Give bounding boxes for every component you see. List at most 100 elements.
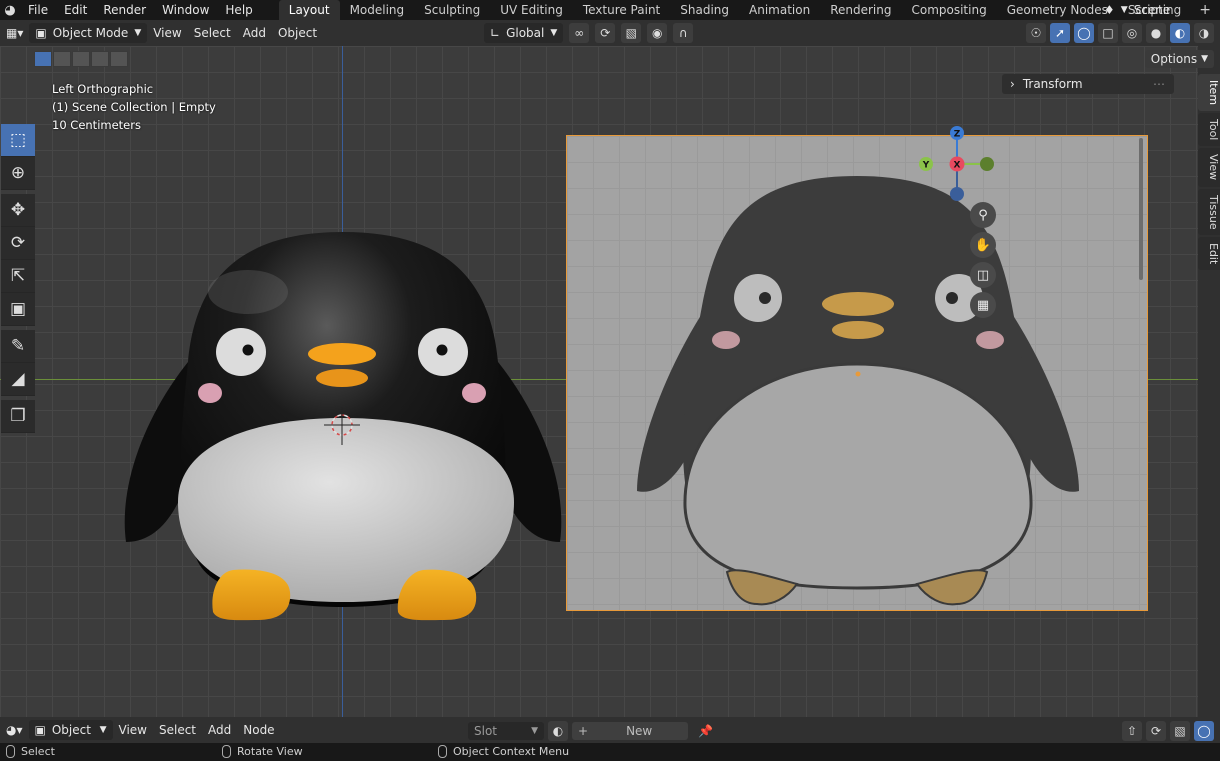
- shading-solid-icon[interactable]: ●: [1146, 23, 1166, 43]
- tab-rendering[interactable]: Rendering: [820, 0, 901, 20]
- parent-node-icon[interactable]: ⇧: [1122, 721, 1142, 741]
- gizmo-neg-y[interactable]: [980, 157, 994, 171]
- select-subtract-icon[interactable]: [72, 51, 90, 67]
- shading-material-icon[interactable]: ◐: [1170, 23, 1190, 43]
- menu-select[interactable]: Select: [188, 23, 237, 43]
- zoom-icon[interactable]: ⚲: [970, 202, 996, 228]
- menu-select[interactable]: Select: [153, 720, 202, 740]
- sidebar-tab-tissue[interactable]: Tissue: [1198, 188, 1220, 236]
- falloff-icon[interactable]: ∩: [673, 23, 694, 43]
- sidebar-tab-view[interactable]: View: [1198, 148, 1220, 187]
- shading-wireframe-icon[interactable]: ◎: [1122, 23, 1142, 43]
- menu-add[interactable]: Add: [202, 720, 237, 740]
- top-menu-bar: ◕ File Edit Render Window Help Layout Mo…: [0, 0, 1220, 20]
- menu-add[interactable]: Add: [237, 23, 272, 43]
- editor-type-button[interactable]: ▦▾: [0, 23, 29, 43]
- tab-shading[interactable]: Shading: [670, 0, 739, 20]
- sidebar-tab-tool[interactable]: Tool: [1198, 113, 1220, 147]
- cursor-tool-icon[interactable]: ⊕: [1, 157, 35, 190]
- tab-sculpting[interactable]: Sculpting: [414, 0, 490, 20]
- status-select-label: Select: [21, 745, 55, 758]
- tab-layout[interactable]: Layout: [278, 0, 340, 20]
- mouse-middle-icon: [222, 745, 231, 758]
- status-rotate: Rotate View: [222, 745, 303, 758]
- material-browse-icon[interactable]: ◐: [548, 721, 568, 741]
- chevron-down-icon: ▼: [531, 726, 538, 736]
- menu-window[interactable]: Window: [154, 0, 217, 20]
- blender-logo-icon[interactable]: ◕: [0, 3, 20, 18]
- 3d-viewport[interactable]: Left Orthographic (1) Scene Collection |…: [0, 46, 1198, 717]
- tab-compositing[interactable]: Compositing: [901, 0, 996, 20]
- mode-dropdown[interactable]: ▣ Object Mode ▼: [29, 23, 148, 43]
- rotate-tool-icon[interactable]: ⟳: [1, 227, 35, 260]
- navigation-buttons: ⚲ ✋ ◫ ▦: [970, 202, 996, 318]
- gizmo-y-label: Y: [922, 161, 930, 171]
- gizmo-neg-z[interactable]: [950, 187, 964, 201]
- add-cube-tool-icon[interactable]: ❐: [1, 400, 35, 433]
- tab-uv-editing[interactable]: UV Editing: [490, 0, 573, 20]
- editor-type-button[interactable]: ◕▾: [0, 720, 29, 740]
- gizmo-z-label: Z: [954, 130, 961, 140]
- lower-beak: [316, 369, 368, 387]
- transform-panel-header[interactable]: › Transform ⋯: [1002, 74, 1174, 94]
- scene-selector[interactable]: ♦ ▼ Scene: [1096, 0, 1220, 20]
- navigation-gizmo[interactable]: Z Y X: [915, 124, 999, 204]
- penguin-3d-model[interactable]: [118, 182, 568, 622]
- viewport-info: Left Orthographic (1) Scene Collection |…: [52, 80, 216, 134]
- reference-scrollbar[interactable]: [1139, 138, 1143, 280]
- select-invert-icon[interactable]: [91, 51, 109, 67]
- pan-hand-icon[interactable]: ✋: [970, 232, 996, 258]
- left-eye: [216, 328, 266, 376]
- menu-file[interactable]: File: [20, 0, 56, 20]
- gizmo-toggle-icon[interactable]: ➚: [1050, 23, 1070, 43]
- drag-grip-icon[interactable]: ⋯: [1153, 77, 1166, 91]
- select-extend-icon[interactable]: [53, 51, 71, 67]
- select-new-icon[interactable]: [34, 51, 52, 67]
- ortho-grid-icon[interactable]: ▦: [970, 292, 996, 318]
- sidebar-tab-edit[interactable]: Edit: [1198, 237, 1220, 271]
- object-icon: ▣: [34, 723, 46, 737]
- shader-type-dropdown[interactable]: ▣ Object ▼: [28, 720, 113, 740]
- new-material-button[interactable]: + New: [572, 722, 688, 740]
- chevron-down-icon: ▼: [1120, 5, 1128, 15]
- camera-view-icon[interactable]: ◫: [970, 262, 996, 288]
- pin-icon[interactable]: 📌: [692, 721, 719, 741]
- overlay-toggle-icon[interactable]: ◯: [1074, 23, 1094, 43]
- slot-dropdown[interactable]: Slot ▼: [468, 722, 544, 740]
- plus-icon: +: [578, 724, 589, 738]
- snap-target-icon[interactable]: ▧: [1170, 721, 1190, 741]
- tab-animation[interactable]: Animation: [739, 0, 820, 20]
- overlay-toggle-icon[interactable]: ◯: [1194, 721, 1214, 741]
- menu-view[interactable]: View: [147, 23, 187, 43]
- xray-toggle-icon[interactable]: □: [1098, 23, 1118, 43]
- selection-mode-buttons: [34, 51, 128, 67]
- select-box-tool-icon[interactable]: ⬚: [1, 124, 35, 157]
- sidebar-tab-item[interactable]: Item: [1198, 74, 1220, 112]
- menu-edit[interactable]: Edit: [56, 0, 95, 20]
- menu-view[interactable]: View: [113, 720, 153, 740]
- orientation-dropdown[interactable]: ∟ Global ▼: [484, 23, 564, 43]
- reference-image-plane[interactable]: [566, 135, 1148, 611]
- tab-texture-paint[interactable]: Texture Paint: [573, 0, 670, 20]
- menu-help[interactable]: Help: [217, 0, 260, 20]
- tab-modeling[interactable]: Modeling: [340, 0, 415, 20]
- visibility-icon[interactable]: ☉: [1026, 23, 1046, 43]
- pivot-point-icon[interactable]: ∞: [569, 23, 590, 43]
- snap-icon[interactable]: ⟳: [595, 23, 616, 43]
- annotate-tool-icon[interactable]: ✎: [1, 330, 35, 363]
- status-select: Select: [6, 745, 55, 758]
- snap-target-icon[interactable]: ▧: [621, 23, 642, 43]
- menu-object[interactable]: Object: [272, 23, 323, 43]
- measure-tool-icon[interactable]: ◢: [1, 363, 35, 396]
- snap-icon[interactable]: ⟳: [1146, 721, 1166, 741]
- shading-rendered-icon[interactable]: ◑: [1194, 23, 1214, 43]
- menu-render[interactable]: Render: [95, 0, 154, 20]
- menu-node[interactable]: Node: [237, 720, 280, 740]
- options-dropdown[interactable]: Options ▼: [1144, 50, 1214, 68]
- scale-tool-icon[interactable]: ⇱: [1, 260, 35, 293]
- transform-tool-icon[interactable]: ▣: [1, 293, 35, 326]
- move-tool-icon[interactable]: ✥: [1, 194, 35, 227]
- proportional-edit-icon[interactable]: ◉: [647, 23, 668, 43]
- select-intersect-icon[interactable]: [110, 51, 128, 67]
- sidebar-tabs: Item Tool View Tissue Edit: [1198, 74, 1220, 271]
